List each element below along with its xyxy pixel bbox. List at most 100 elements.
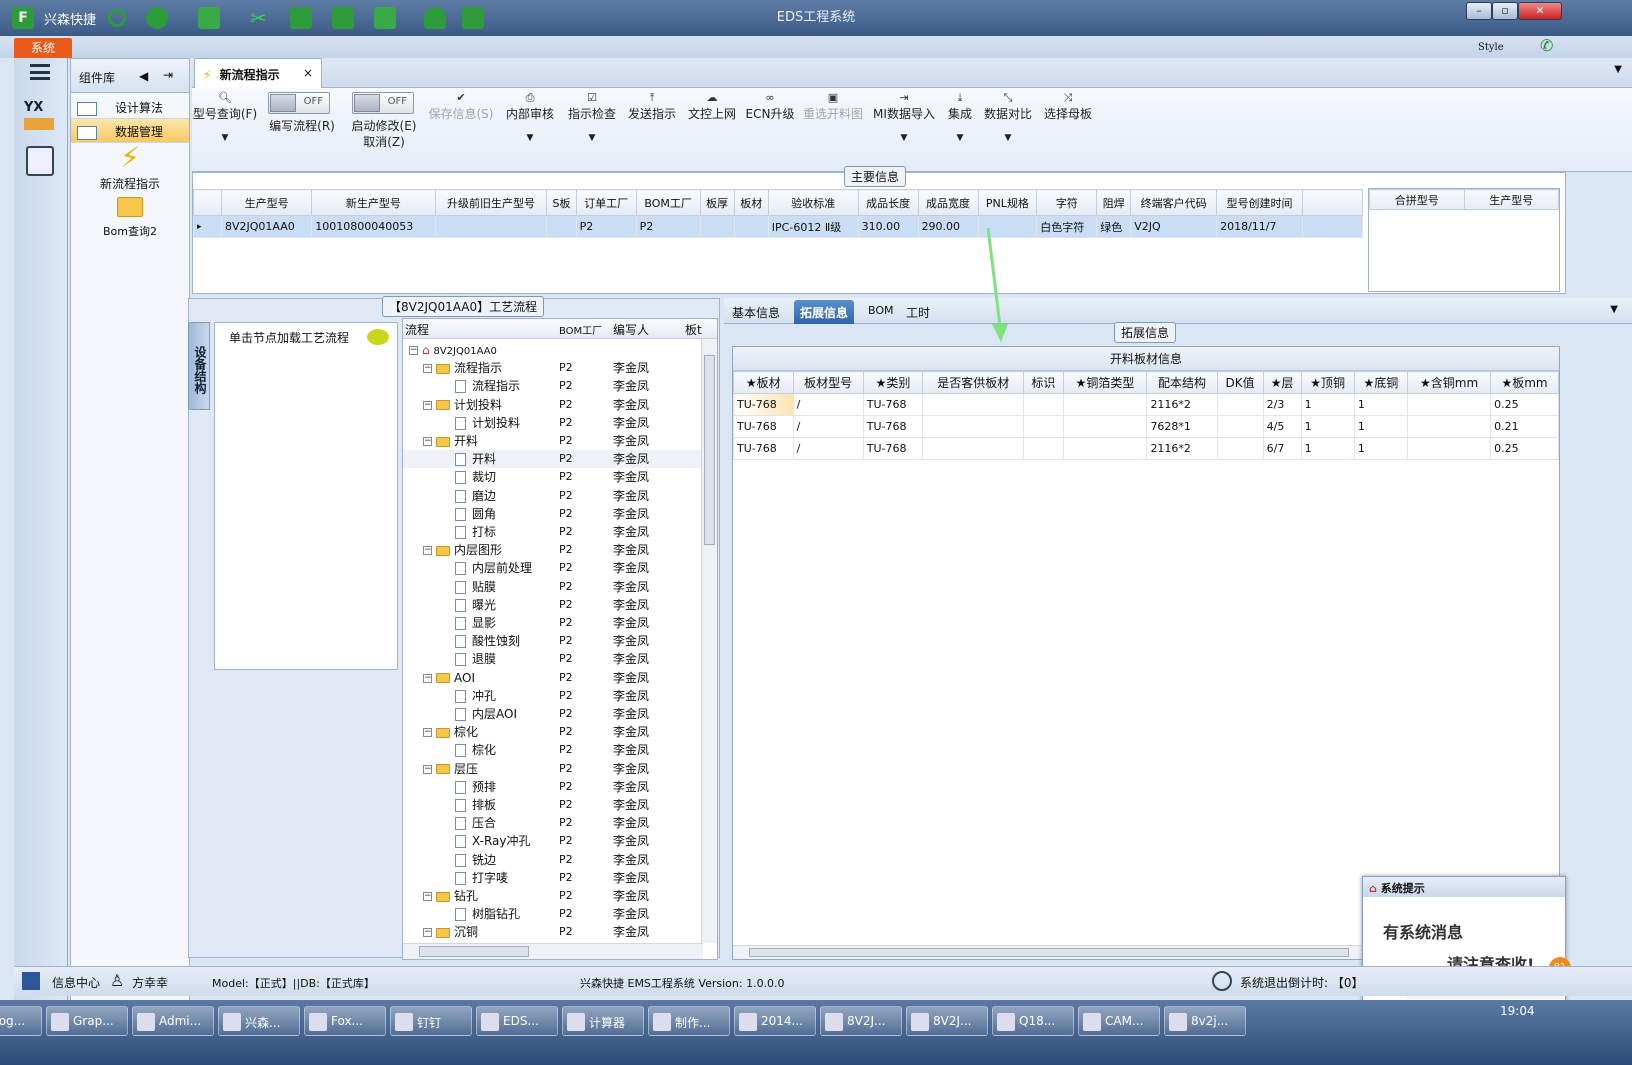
main-info-col-header[interactable]: 字符 bbox=[1036, 189, 1098, 216]
table-cell[interactable]: IPC-6012 Ⅱ级 bbox=[767, 215, 859, 238]
table-row[interactable]: TU-768/TU-768 2116*2 6/7 1 1 0.25 bbox=[733, 437, 1559, 460]
tree-node[interactable]: 酸性蚀刻 P2 李金凤 bbox=[403, 632, 703, 650]
table-cell[interactable] bbox=[1062, 415, 1148, 438]
table-cell[interactable] bbox=[1407, 393, 1492, 416]
tree-node[interactable]: 树脂钻孔 P2 李金凤 bbox=[403, 905, 703, 923]
table-cell[interactable]: P2 bbox=[575, 215, 637, 238]
tree-node[interactable]: 计划投料 P2 李金凤 bbox=[403, 414, 703, 432]
main-info-col-header[interactable]: 板厚 bbox=[699, 189, 735, 216]
main-info-col-header[interactable]: 订单工厂 bbox=[575, 189, 637, 216]
table-cell[interactable]: / bbox=[792, 415, 864, 438]
taskbar-item[interactable]: 计算器 bbox=[562, 1006, 644, 1036]
table-cell[interactable]: 0.25 bbox=[1490, 393, 1559, 416]
tree-node[interactable]: X-Ray冲孔 P2 李金凤 bbox=[403, 832, 703, 850]
taskbar-item[interactable]: EDS... bbox=[476, 1006, 558, 1036]
tree-node[interactable]: − 棕化 P2 李金凤 bbox=[403, 723, 703, 741]
table-cell[interactable]: 310.00 bbox=[857, 215, 919, 238]
main-info-col-header[interactable]: 阻焊 bbox=[1096, 189, 1132, 216]
table-cell[interactable]: V2JQ bbox=[1130, 215, 1218, 238]
table-cell[interactable]: 2116*2 bbox=[1146, 393, 1218, 416]
horizontal-scrollbar[interactable] bbox=[403, 943, 703, 959]
tree-col-board[interactable]: 板t bbox=[685, 321, 702, 338]
taskbar-item[interactable]: Prog... bbox=[0, 1006, 42, 1036]
collapse-icon[interactable]: − bbox=[423, 673, 432, 683]
tab-extended-info[interactable]: 拓展信息 bbox=[794, 300, 855, 324]
ecn-upgrade-button[interactable]: ∞ ECN升级 bbox=[744, 92, 796, 122]
tree-node[interactable]: 压合 P2 李金凤 bbox=[403, 814, 703, 832]
table-row[interactable]: TU-768/TU-768 2116*2 2/3 1 1 0.25 bbox=[733, 393, 1559, 416]
table-cell[interactable]: 0.21 bbox=[1490, 415, 1559, 438]
table-cell[interactable]: 白色字符 bbox=[1036, 215, 1098, 238]
table-cell[interactable] bbox=[1023, 415, 1064, 438]
table-cell[interactable] bbox=[1023, 393, 1064, 416]
table-cell[interactable]: 1 bbox=[1353, 437, 1409, 460]
reselect-cutting-diagram-button[interactable]: ▣ 重选开料图 bbox=[800, 92, 866, 122]
material-col-header[interactable]: 是否客供板材 bbox=[922, 371, 1025, 394]
main-info-col-header[interactable]: 型号创建时间 bbox=[1216, 189, 1303, 216]
table-cell[interactable] bbox=[1216, 415, 1264, 438]
table-cell[interactable]: 6/7 bbox=[1262, 437, 1302, 460]
table-cell[interactable] bbox=[546, 215, 577, 238]
taskbar-item[interactable]: 8V2J... bbox=[906, 1006, 988, 1036]
new-flow-instruction-item[interactable]: ⚡ 新流程指示 bbox=[71, 143, 189, 192]
collapse-icon[interactable]: − bbox=[409, 346, 418, 355]
tree-col-writer[interactable]: 编写人 bbox=[613, 321, 649, 338]
tree-col-bom-factory[interactable]: BOM工厂 bbox=[559, 322, 602, 337]
material-col-header[interactable]: 标识 bbox=[1023, 371, 1064, 394]
tab-bom[interactable]: BOM bbox=[862, 300, 900, 324]
table-cell[interactable] bbox=[699, 215, 735, 238]
table-cell[interactable]: / bbox=[792, 393, 864, 416]
tab-basic-info[interactable]: 基本信息 bbox=[726, 300, 786, 324]
taskbar-item[interactable]: CAM... bbox=[1078, 1006, 1160, 1036]
tree-node[interactable]: 棕化 P2 李金凤 bbox=[403, 741, 703, 759]
save-info-button[interactable]: ✔ 保存信息(S) bbox=[426, 92, 496, 122]
tree-node[interactable]: − 沉铜 P2 李金凤 bbox=[403, 923, 703, 941]
material-col-header[interactable]: ★铜箔类型 bbox=[1062, 371, 1148, 394]
style-menu[interactable]: Style bbox=[1478, 42, 1504, 53]
collapse-icon[interactable]: − bbox=[423, 928, 432, 938]
material-col-header[interactable]: DK值 bbox=[1216, 371, 1264, 394]
tree-node[interactable]: − 钻孔 P2 李金凤 bbox=[403, 887, 703, 905]
system-menu-tab[interactable]: 系统 bbox=[14, 38, 72, 58]
table-cell[interactable]: 8V2JQ01AA0 bbox=[220, 215, 313, 238]
info-center-link[interactable]: 信息中心 bbox=[52, 974, 100, 991]
hamburger-menu-icon[interactable] bbox=[30, 64, 50, 80]
main-info-col-header[interactable]: 升级前旧生产型号 bbox=[434, 189, 548, 216]
main-info-col-header[interactable]: PNL规格 bbox=[977, 189, 1038, 216]
collapse-icon[interactable]: − bbox=[423, 437, 432, 446]
tree-node[interactable]: 排板 P2 李金凤 bbox=[403, 796, 703, 814]
material-col-header[interactable]: ★顶铜 bbox=[1300, 371, 1355, 394]
tree-node[interactable]: − 层压 P2 李金凤 bbox=[403, 760, 703, 778]
table-cell[interactable] bbox=[1062, 437, 1148, 460]
material-col-header[interactable]: ★层 bbox=[1262, 371, 1302, 394]
tree-node[interactable]: 开料 P2 李金凤 bbox=[403, 450, 703, 469]
table-cell[interactable]: TU-768 bbox=[862, 437, 924, 460]
tree-node[interactable]: 贴膜 P2 李金凤 bbox=[403, 578, 703, 596]
table-cell[interactable]: 2018/11/7 bbox=[1216, 215, 1303, 238]
material-col-header[interactable]: ★类别 bbox=[862, 371, 924, 394]
tree-node[interactable]: 冲孔 P2 李金凤 bbox=[403, 687, 703, 705]
table-cell[interactable]: 1 bbox=[1300, 393, 1355, 416]
material-col-header[interactable]: ★板mm bbox=[1490, 371, 1559, 394]
component-item-data-management[interactable]: 数据管理 bbox=[71, 119, 189, 143]
tree-node[interactable]: 显影 P2 李金凤 bbox=[403, 614, 703, 632]
table-cell[interactable]: 290.00 bbox=[917, 215, 979, 238]
tree-node[interactable]: 内层AOI P2 李金凤 bbox=[403, 705, 703, 723]
main-info-col-header[interactable]: 成品宽度 bbox=[917, 189, 979, 216]
table-cell[interactable] bbox=[733, 215, 769, 238]
table-cell[interactable] bbox=[434, 215, 548, 238]
tree-node[interactable]: 退膜 P2 李金凤 bbox=[403, 650, 703, 668]
tree-node[interactable]: 预排 P2 李金凤 bbox=[403, 778, 703, 796]
tree-node[interactable]: − 计划投料 P2 李金凤 bbox=[403, 396, 703, 414]
minimize-button[interactable]: – bbox=[1466, 2, 1492, 20]
taskbar-item[interactable]: Grap... bbox=[46, 1006, 128, 1036]
main-info-col-header[interactable]: 生产型号 bbox=[220, 189, 313, 216]
tree-node[interactable]: 裁切 P2 李金凤 bbox=[403, 468, 703, 486]
mi-data-import-button[interactable]: ⇥ MI数据导入 ▼ bbox=[872, 92, 936, 146]
send-instruction-button[interactable]: ⤒ 发送指示 bbox=[624, 92, 680, 122]
main-info-col-header[interactable]: 成品长度 bbox=[857, 189, 919, 216]
tree-node[interactable]: 磨边 P2 李金凤 bbox=[403, 487, 703, 505]
table-cell[interactable] bbox=[922, 437, 1025, 460]
collapse-icon[interactable]: − bbox=[423, 364, 432, 374]
phone-icon[interactable]: ✆ bbox=[1540, 36, 1553, 55]
